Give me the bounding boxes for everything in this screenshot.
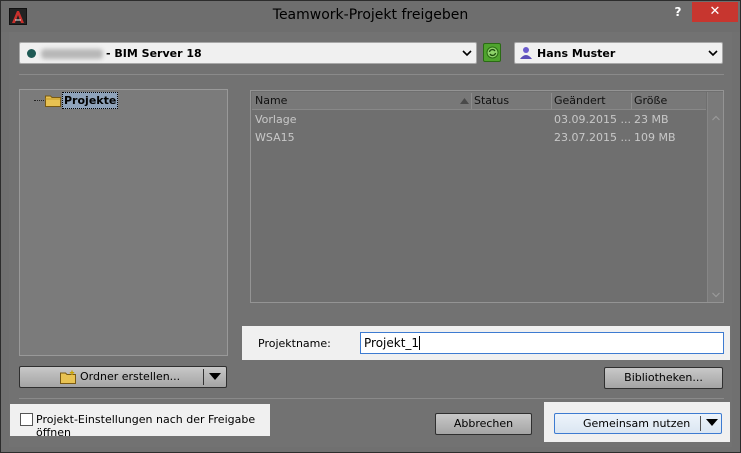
dialog-panel: - BIM Server 18 Hans Muster Projekte Nam… bbox=[9, 32, 732, 447]
sort-ascending-icon bbox=[460, 98, 469, 104]
dropdown-arrow-icon[interactable] bbox=[209, 373, 221, 381]
project-name-row: Projektname: Projekt_1 bbox=[242, 326, 730, 360]
share-button-label: Gemeinsam nutzen bbox=[583, 417, 691, 430]
bottom-divider bbox=[19, 398, 724, 399]
cancel-button[interactable]: Abbrechen bbox=[435, 413, 532, 435]
server-select[interactable]: - BIM Server 18 bbox=[19, 42, 477, 64]
top-divider bbox=[19, 74, 724, 75]
tree-item-projekte[interactable]: Projekte bbox=[62, 92, 119, 109]
dropdown-arrow-icon[interactable] bbox=[706, 419, 718, 427]
scroll-down-icon[interactable] bbox=[712, 292, 720, 298]
folder-icon bbox=[45, 95, 61, 107]
row-changed: 03.09.2015 ... bbox=[554, 113, 631, 126]
new-folder-icon bbox=[60, 370, 76, 384]
button-split-divider bbox=[700, 416, 701, 431]
refresh-icon bbox=[486, 46, 499, 59]
column-separator bbox=[631, 93, 632, 109]
user-name: Hans Muster bbox=[537, 47, 616, 60]
table-row[interactable]: Vorlage 03.09.2015 ... 23 MB bbox=[252, 111, 706, 128]
open-settings-label[interactable]: Projekt-Einstellungen nach der Freigabe … bbox=[36, 413, 270, 439]
row-changed: 23.07.2015 ... bbox=[554, 131, 631, 144]
column-separator bbox=[471, 93, 472, 109]
blurred-server-address bbox=[41, 49, 103, 59]
column-changed[interactable]: Geändert bbox=[554, 94, 606, 107]
share-button[interactable]: Gemeinsam nutzen bbox=[554, 413, 722, 434]
folder-tree[interactable]: Projekte bbox=[19, 89, 228, 356]
share-button-area: Gemeinsam nutzen bbox=[544, 402, 730, 442]
open-settings-option: Projekt-Einstellungen nach der Freigabe … bbox=[10, 404, 270, 439]
project-list[interactable]: Name Status Geändert Größe Vorlage 03.09… bbox=[250, 90, 724, 303]
column-name[interactable]: Name bbox=[255, 94, 287, 107]
vertical-scrollbar[interactable] bbox=[707, 92, 723, 302]
column-size[interactable]: Größe bbox=[634, 94, 667, 107]
column-separator bbox=[551, 93, 552, 109]
libraries-button[interactable]: Bibliotheken... bbox=[604, 367, 723, 389]
chevron-down-icon bbox=[462, 50, 472, 57]
row-name: WSA15 bbox=[255, 131, 295, 144]
refresh-button[interactable] bbox=[483, 43, 501, 62]
user-select[interactable]: Hans Muster bbox=[514, 42, 723, 64]
scroll-up-icon[interactable] bbox=[712, 115, 720, 121]
server-status-icon bbox=[27, 49, 36, 58]
text-caret bbox=[419, 336, 421, 350]
project-name-input[interactable]: Projekt_1 bbox=[360, 332, 724, 354]
column-status[interactable]: Status bbox=[474, 94, 509, 107]
row-name: Vorlage bbox=[255, 113, 297, 126]
help-button[interactable]: ? bbox=[671, 3, 685, 23]
chevron-down-icon bbox=[708, 50, 718, 57]
window-title: Teamwork-Projekt freigeben bbox=[272, 7, 469, 23]
title-bar: Teamwork-Projekt freigeben ? ✕ bbox=[1, 1, 740, 32]
button-split-divider bbox=[203, 369, 204, 385]
row-size: 23 MB bbox=[634, 113, 669, 126]
close-button[interactable]: ✕ bbox=[692, 2, 738, 22]
server-name: - BIM Server 18 bbox=[106, 47, 202, 60]
project-name-label: Projektname: bbox=[258, 337, 331, 350]
new-folder-label: Ordner erstellen... bbox=[80, 370, 181, 383]
dialog-body: - BIM Server 18 Hans Muster Projekte Nam… bbox=[9, 32, 732, 447]
open-settings-checkbox[interactable] bbox=[20, 413, 33, 426]
list-header: Name Status Geändert Größe bbox=[252, 92, 706, 110]
row-size: 109 MB bbox=[634, 131, 676, 144]
table-row[interactable]: WSA15 23.07.2015 ... 109 MB bbox=[252, 129, 706, 146]
tree-connector bbox=[34, 100, 44, 101]
project-name-value: Projekt_1 bbox=[364, 336, 420, 350]
user-icon bbox=[520, 47, 532, 59]
new-folder-button[interactable]: Ordner erstellen... bbox=[19, 366, 227, 388]
share-teamwork-dialog: Teamwork-Projekt freigeben ? ✕ - BIM Ser… bbox=[0, 0, 741, 453]
